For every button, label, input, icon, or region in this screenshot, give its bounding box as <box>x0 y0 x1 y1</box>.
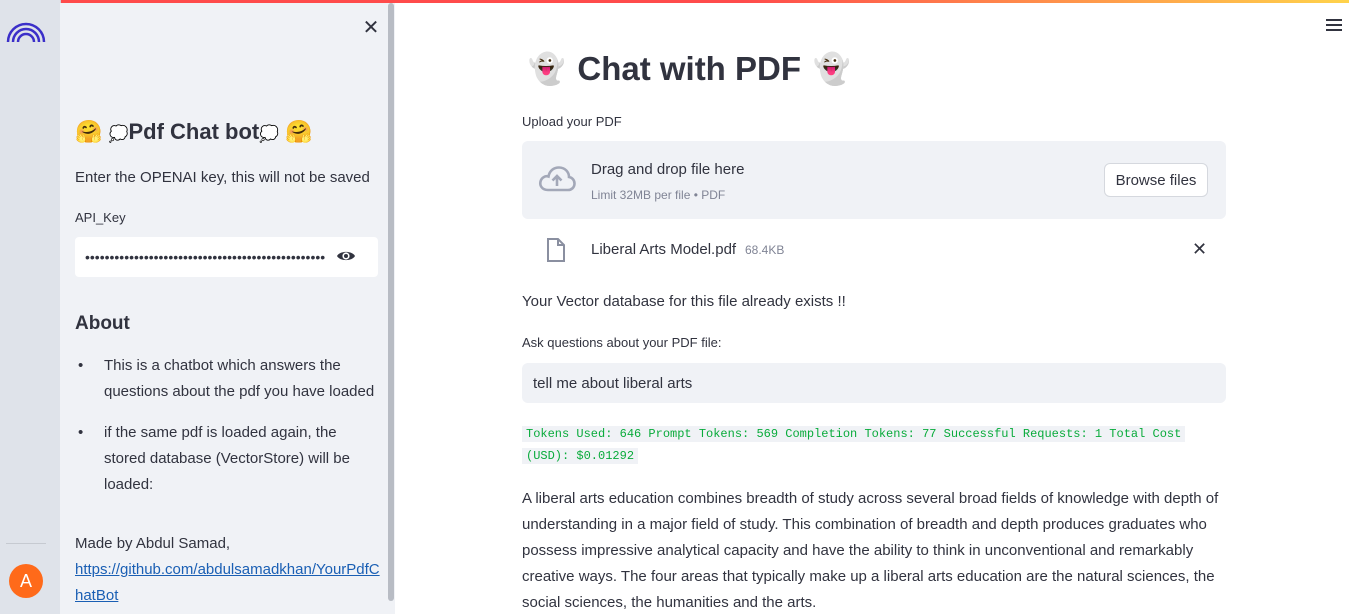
thought-bubble-emoji: 💭 <box>108 126 129 143</box>
sidebar-title: 🤗 💭Pdf Chat bot💭 🤗 <box>75 119 313 145</box>
token-usage-line: (USD): $0.01292 <box>522 448 639 464</box>
api-key-field <box>75 237 378 277</box>
dropzone-limit: Limit 32MB per file • PDF <box>591 188 726 202</box>
sidebar: ✕ 🤗 💭Pdf Chat bot💭 🤗 Enter the OPENAI ke… <box>60 3 395 614</box>
browse-files-button[interactable]: Browse files <box>1104 163 1208 197</box>
token-usage-line: Tokens Used: 646 Prompt Tokens: 569 Comp… <box>522 426 1186 442</box>
dropzone-text: Drag and drop file here <box>591 161 745 178</box>
question-input[interactable] <box>531 374 1215 393</box>
answer-text: A liberal arts education combines breadt… <box>522 490 1219 611</box>
eye-icon[interactable] <box>336 249 356 268</box>
file-size: 68.4KB <box>745 243 785 257</box>
file-dropzone[interactable]: Drag and drop file here Limit 32MB per f… <box>522 141 1226 219</box>
api-key-label: API_Key <box>75 210 126 225</box>
made-by-credit: Made by Abdul Samad, https://github.com/… <box>75 531 380 609</box>
remove-file-icon[interactable]: ✕ <box>1192 239 1207 260</box>
sidebar-description: Enter the OPENAI key, this will not be s… <box>75 169 370 186</box>
sidebar-title-text: Pdf Chat bot <box>128 119 260 144</box>
hugging-face-emoji: 🤗 <box>75 119 103 144</box>
question-label: Ask questions about your PDF file: <box>522 335 722 350</box>
sidebar-scrollbar[interactable] <box>388 3 394 601</box>
ghost-emoji: 👻 <box>813 52 851 86</box>
user-avatar[interactable]: A <box>9 564 43 598</box>
rail-divider <box>6 543 46 544</box>
close-sidebar-icon[interactable]: ✕ <box>360 16 382 39</box>
rainbow-logo-icon[interactable] <box>6 20 46 49</box>
api-key-input[interactable] <box>83 248 327 266</box>
vector-db-message: Your Vector database for this file alrea… <box>522 293 846 310</box>
file-name: Liberal Arts Model.pdf <box>591 241 737 258</box>
list-item: • This is a chatbot which answers the que… <box>78 357 375 400</box>
cloud-upload-icon <box>538 165 576 198</box>
about-heading: About <box>75 313 130 334</box>
github-link[interactable]: https://github.com/abdulsamadkhan/YourPd… <box>75 561 380 604</box>
file-icon <box>546 238 566 267</box>
ghost-emoji: 👻 <box>528 52 566 86</box>
hugging-face-emoji: 🤗 <box>285 119 313 144</box>
made-by-text: Made by Abdul Samad, <box>75 535 231 552</box>
main-menu-icon[interactable] <box>1326 19 1342 34</box>
list-item: • if the same pdf is loaded again, the st… <box>78 424 350 493</box>
about-list: • This is a chatbot which answers the que… <box>75 353 380 513</box>
page-title-text: Chat with PDF <box>577 50 802 87</box>
thought-bubble-emoji: 💭 <box>259 126 280 143</box>
left-rail: A <box>0 0 61 614</box>
upload-label: Upload your PDF <box>522 114 622 129</box>
token-usage: Tokens Used: 646 Prompt Tokens: 569 Comp… <box>522 423 1202 467</box>
question-field <box>522 363 1226 403</box>
uploaded-file: Liberal Arts Model.pdf 68.4KB ✕ <box>522 234 1226 266</box>
page-title: 👻 Chat with PDF 👻 <box>528 50 850 88</box>
